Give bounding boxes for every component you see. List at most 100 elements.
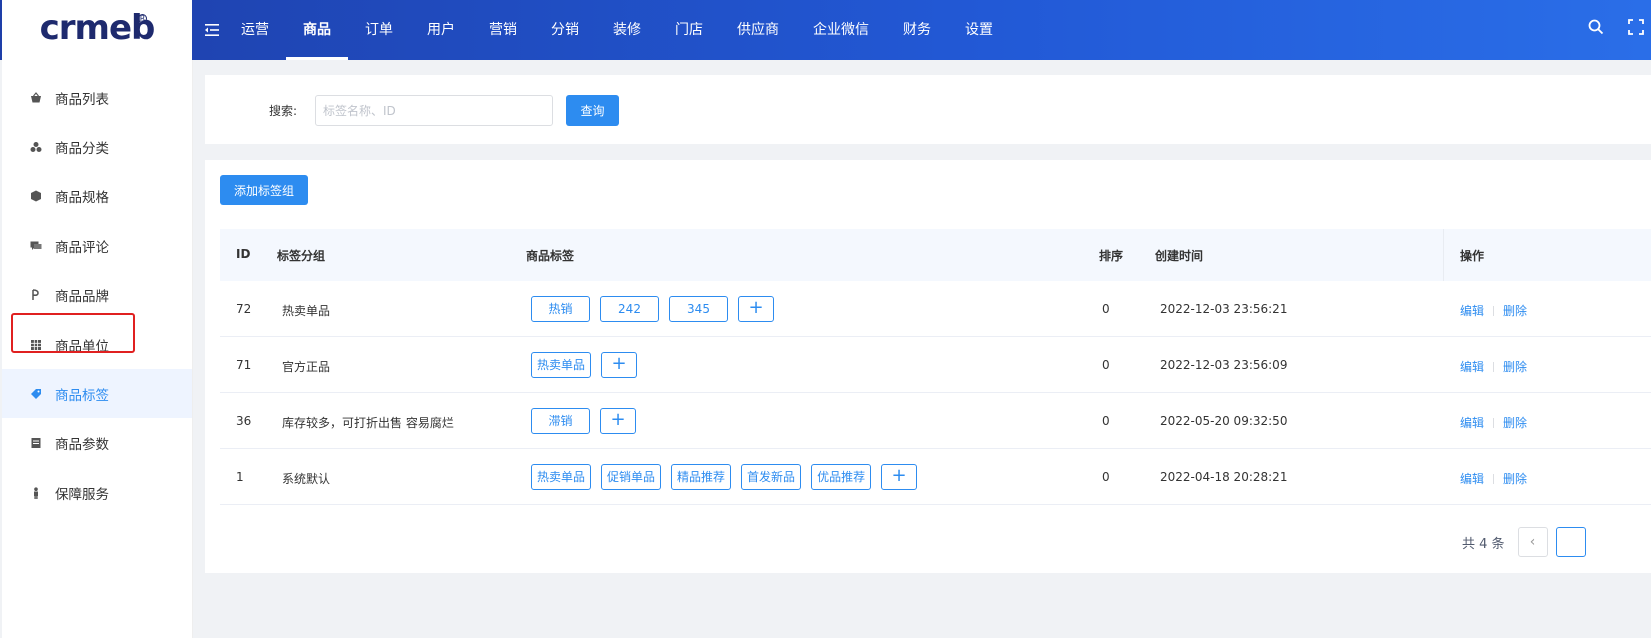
pagination-total: 共 4 条 xyxy=(1462,536,1505,552)
registered-mark-icon: R xyxy=(138,14,147,23)
table-row: 71 官方正品 0 2022-12-03 23:56:09 热卖单品 + 编辑 删除 xyxy=(220,337,1651,393)
comment-icon xyxy=(30,240,42,252)
search-card: 搜索: 查询 xyxy=(205,75,1651,144)
sidebar-item[interactable]: 商品标签 xyxy=(2,369,192,419)
action-divider xyxy=(1493,305,1495,316)
header-actions xyxy=(1587,18,1651,36)
add-tag-group-button[interactable]: 添加标签组 xyxy=(220,175,308,205)
person-icon xyxy=(30,487,42,499)
sidebar-item-label: 商品参数 xyxy=(55,437,109,454)
top-nav-item[interactable]: 运营 xyxy=(224,0,286,60)
cell-id: 71 xyxy=(236,358,252,372)
product-tag[interactable]: 345 xyxy=(669,296,728,322)
column-header-ops: 操作 xyxy=(1460,249,1485,263)
cell-id: 72 xyxy=(236,302,252,316)
edit-link[interactable]: 编辑 xyxy=(1460,302,1484,319)
action-divider xyxy=(1493,417,1495,428)
add-tag-button[interactable]: + xyxy=(601,352,638,378)
search-icon[interactable] xyxy=(1587,18,1605,36)
product-tag[interactable]: 242 xyxy=(600,296,659,322)
fullscreen-icon[interactable] xyxy=(1627,18,1645,36)
product-tag[interactable]: 热卖单品 xyxy=(531,352,592,378)
product-tag[interactable]: 热销 xyxy=(531,296,590,322)
column-header-tags: 商品标签 xyxy=(526,249,575,263)
edit-link[interactable]: 编辑 xyxy=(1460,414,1484,431)
tag-list: 热卖单品 + xyxy=(531,352,638,378)
sidebar-item[interactable]: 商品列表 xyxy=(2,73,192,122)
product-tag[interactable]: 滞销 xyxy=(531,408,590,434)
sidebar-item-label: 商品评论 xyxy=(55,239,109,256)
top-nav-item[interactable]: 财务 xyxy=(886,0,948,60)
sidebar-item-label: 商品标签 xyxy=(55,387,109,404)
column-header-group: 标签分组 xyxy=(277,249,326,263)
tag-icon xyxy=(30,388,42,400)
delete-link[interactable]: 删除 xyxy=(1503,470,1527,487)
query-button[interactable]: 查询 xyxy=(566,95,619,126)
top-nav-item[interactable]: 供应商 xyxy=(720,0,796,60)
table-row: 1 系统默认 0 2022-04-18 20:28:21 热卖单品 促销单品 精品推荐 首发新… xyxy=(220,449,1651,505)
sidebar-item[interactable]: 商品规格 xyxy=(2,172,192,221)
column-header-sort: 排序 xyxy=(1099,249,1124,263)
prev-page-button[interactable]: ‹ xyxy=(1517,527,1548,557)
basket-icon xyxy=(30,91,42,104)
sidebar-item-label: 商品列表 xyxy=(55,91,109,108)
cell-sort: 0 xyxy=(1102,414,1110,428)
action-divider xyxy=(1493,361,1495,372)
column-divider xyxy=(1443,229,1444,281)
cell-sort: 0 xyxy=(1102,470,1110,484)
menu-collapse-icon[interactable] xyxy=(204,22,220,38)
tag-list: 滞销 + xyxy=(531,408,636,434)
add-tag-button[interactable]: + xyxy=(600,408,636,434)
row-actions: 编辑 删除 xyxy=(1460,302,1527,319)
edit-link[interactable]: 编辑 xyxy=(1460,470,1484,487)
sidebar-item-label: 商品规格 xyxy=(55,190,109,207)
top-nav-item[interactable]: 订单 xyxy=(348,0,410,60)
add-tag-button[interactable]: + xyxy=(881,464,918,490)
main-card: 添加标签组 ID 标签分组 商品标签 排序 创建时间 操作 72 热卖单品 0 202… xyxy=(205,160,1651,573)
top-nav-item[interactable]: 企业微信 xyxy=(796,0,886,60)
delete-link[interactable]: 删除 xyxy=(1503,414,1527,431)
top-nav-item[interactable]: 用户 xyxy=(410,0,472,60)
product-tag[interactable]: 精品推荐 xyxy=(671,464,732,490)
tag-table: ID 标签分组 商品标签 排序 创建时间 操作 72 热卖单品 0 2022-12-0… xyxy=(220,229,1651,505)
table-row: 36 库存较多，可打折出售 容易腐烂 0 2022-05-20 09:32:50 滞销 +… xyxy=(220,393,1651,449)
search-label: 搜索: xyxy=(269,104,298,118)
top-nav-item[interactable]: 分销 xyxy=(534,0,596,60)
table-body: 72 热卖单品 0 2022-12-03 23:56:21 热销 242 345 + 编辑 删除 7… xyxy=(220,281,1651,505)
product-tag[interactable]: 首发新品 xyxy=(741,464,802,490)
row-actions: 编辑 删除 xyxy=(1460,470,1527,487)
cell-created: 2022-04-18 20:28:21 xyxy=(1160,470,1288,484)
tag-list: 热卖单品 促销单品 精品推荐 首发新品 优品推荐 + xyxy=(531,464,918,490)
sidebar-item[interactable]: 商品参数 xyxy=(2,419,192,468)
sidebar-item[interactable]: 保障服务 xyxy=(2,468,192,517)
product-tag[interactable]: 促销单品 xyxy=(601,464,662,490)
current-page-button[interactable] xyxy=(1555,527,1586,557)
sidebar-item[interactable]: 商品评论 xyxy=(2,221,192,270)
sidebar-item[interactable]: 商品分类 xyxy=(2,122,192,171)
row-actions: 编辑 删除 xyxy=(1460,358,1527,375)
delete-link[interactable]: 删除 xyxy=(1503,302,1527,319)
edit-link[interactable]: 编辑 xyxy=(1460,358,1484,375)
pagination: 共 4 条 ‹ xyxy=(1462,527,1594,557)
top-nav-item[interactable]: 设置 xyxy=(948,0,1010,60)
cell-created: 2022-12-03 23:56:09 xyxy=(1160,358,1288,372)
product-tag[interactable]: 热卖单品 xyxy=(531,464,592,490)
logo[interactable]: crmeb R xyxy=(2,0,192,60)
delete-link[interactable]: 删除 xyxy=(1503,358,1527,375)
cubes-icon xyxy=(30,141,42,153)
add-tag-button[interactable]: + xyxy=(738,296,774,322)
column-header-created: 创建时间 xyxy=(1155,249,1204,263)
top-nav-item[interactable]: 商品 xyxy=(286,0,348,60)
cell-created: 2022-05-20 09:32:50 xyxy=(1160,414,1288,428)
cube-icon xyxy=(30,190,42,202)
top-nav-item[interactable]: 营销 xyxy=(472,0,534,60)
search-input[interactable] xyxy=(315,95,553,126)
top-header: crmeb R 运营 商品 订单 用户 营销 分销 装修 门店 供应商 企业微信 财务 设置 xyxy=(0,0,1651,60)
top-nav-item[interactable]: 装修 xyxy=(596,0,658,60)
product-tag[interactable]: 优品推荐 xyxy=(811,464,872,490)
sidebar-item-label: 商品品牌 xyxy=(55,289,109,306)
cell-id: 1 xyxy=(236,470,244,484)
action-divider xyxy=(1493,473,1495,484)
list-icon xyxy=(30,437,42,449)
top-nav-item[interactable]: 门店 xyxy=(658,0,720,60)
